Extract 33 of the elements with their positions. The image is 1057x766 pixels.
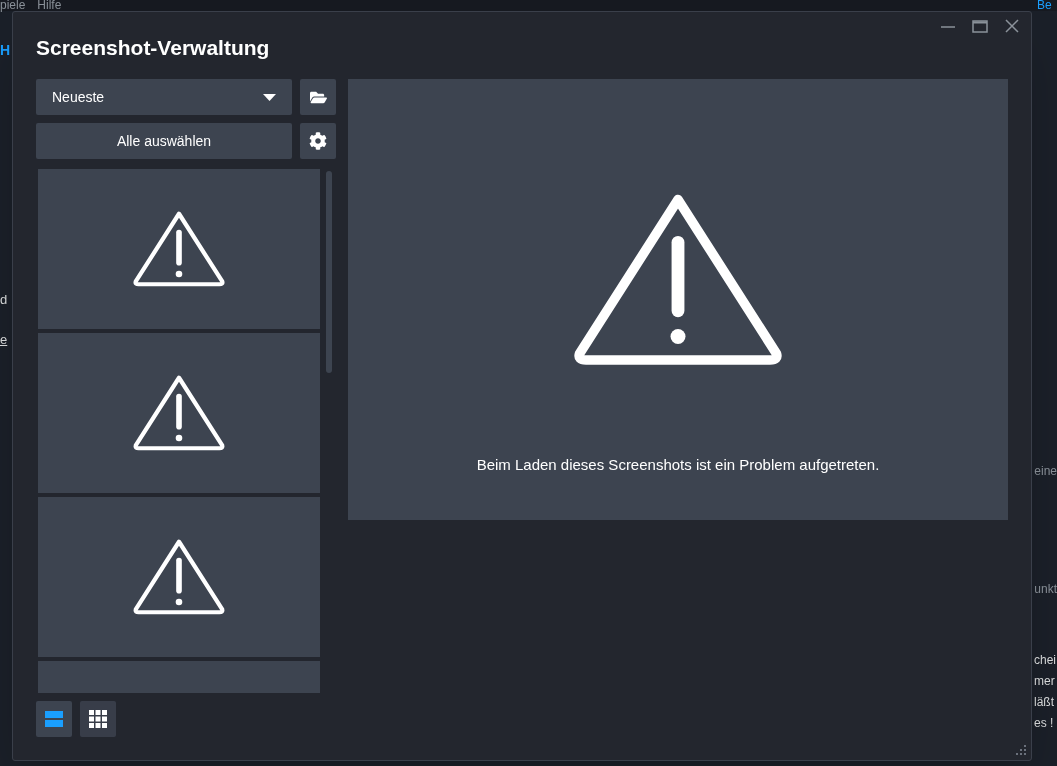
sort-dropdown[interactable]: Neueste [36, 79, 292, 115]
grid-view-icon [89, 710, 107, 728]
menu-item[interactable]: piele [0, 0, 26, 10]
sidebar-text: e [0, 330, 8, 349]
nav-tab[interactable]: Be [1037, 0, 1052, 11]
screenshot-thumbnail[interactable] [38, 333, 320, 493]
screenshot-thumbnail[interactable] [38, 169, 320, 329]
screenshot-thumbnail[interactable] [38, 497, 320, 657]
panel-text: läßt [1034, 694, 1054, 711]
dialog-title: Screenshot-Verwaltung [36, 35, 271, 61]
warning-icon [132, 538, 226, 616]
menu-item[interactable]: Hilfe [37, 0, 62, 10]
view-toggle[interactable] [80, 701, 116, 737]
error-message: Beim Laden dieses Screenshots ist ein Problem aufgetreten. [476, 455, 880, 476]
select-all-button[interactable]: Alle auswählen [36, 123, 292, 159]
maximize-icon[interactable] [969, 18, 991, 36]
settings-button[interactable] [300, 123, 336, 159]
panel-text: es ! [1034, 715, 1054, 732]
folder-button[interactable] [300, 79, 336, 115]
warning-icon [132, 210, 226, 288]
panel-text: chei [1034, 652, 1056, 669]
panel-text: unkt [1034, 581, 1057, 598]
warning-icon [132, 374, 226, 452]
panel-text: eine [1034, 463, 1057, 480]
caret-icon [263, 93, 276, 101]
sidebar-text: d [0, 291, 8, 309]
panel-text: mer [1034, 673, 1055, 690]
resize-grip-icon[interactable] [1015, 744, 1027, 756]
list-view-icon [45, 711, 63, 727]
nav-tab[interactable]: H [0, 40, 11, 61]
settings-icon [309, 132, 327, 150]
scrollbar-thumb[interactable] [326, 171, 332, 373]
view-toggle[interactable] [36, 701, 72, 737]
